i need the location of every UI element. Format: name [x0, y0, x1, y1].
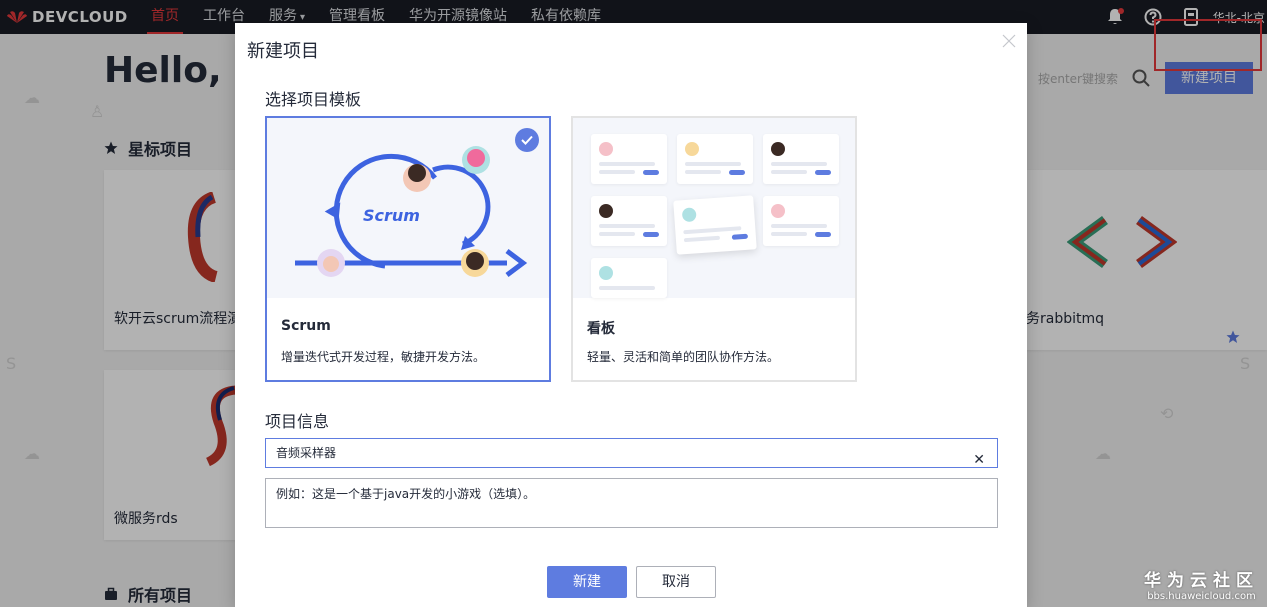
- scrum-illustration: Scrum: [267, 118, 549, 298]
- close-icon[interactable]: [1001, 33, 1017, 49]
- kanban-dragged-card: [673, 195, 757, 255]
- project-name-value: 音频采样器: [276, 446, 337, 460]
- template-description: 轻量、灵活和简单的团队协作方法。: [587, 350, 780, 364]
- new-project-dialog: 新建项目 选择项目模板 Scrum Scrum 增量迭代式开发过程，敏捷开发方法…: [235, 23, 1027, 607]
- kanban-mini-card: [677, 134, 753, 184]
- template-section-label: 选择项目模板: [265, 90, 362, 109]
- kanban-mini-card: [763, 196, 839, 246]
- kanban-mini-card: [763, 134, 839, 184]
- dialog-title: 新建项目: [247, 41, 319, 62]
- template-name: Scrum: [281, 318, 331, 334]
- cancel-button[interactable]: 取消: [636, 566, 716, 598]
- template-description: 增量迭代式开发过程，敏捷开发方法。: [281, 350, 486, 364]
- template-card-scrum[interactable]: Scrum Scrum 增量迭代式开发过程，敏捷开发方法。: [265, 116, 551, 382]
- kanban-mini-card: [591, 258, 667, 298]
- template-name: 看板: [587, 321, 615, 337]
- project-description-textarea[interactable]: 例如：这是一个基于java开发的小游戏（选填）。: [265, 478, 998, 528]
- project-info-label: 项目信息: [265, 412, 330, 431]
- create-button[interactable]: 新建: [547, 566, 627, 598]
- kanban-mini-card: [591, 196, 667, 246]
- template-card-kanban[interactable]: 看板 轻量、灵活和简单的团队协作方法。: [571, 116, 857, 382]
- selected-check-icon: [515, 128, 539, 152]
- watermark-url: bbs.huaweicloud.com: [1147, 591, 1256, 602]
- watermark-title: 华为云社区: [1144, 571, 1259, 591]
- scrum-art-label: Scrum: [363, 206, 420, 225]
- description-placeholder: 例如：这是一个基于java开发的小游戏（选填）。: [276, 487, 536, 501]
- watermark: 华为云社区 bbs.huaweicloud.com: [1144, 566, 1259, 602]
- clear-input-icon[interactable]: ✕: [973, 446, 985, 474]
- kanban-mini-card: [591, 134, 667, 184]
- project-name-input[interactable]: 音频采样器 ✕: [265, 438, 998, 468]
- kanban-illustration: [573, 118, 855, 298]
